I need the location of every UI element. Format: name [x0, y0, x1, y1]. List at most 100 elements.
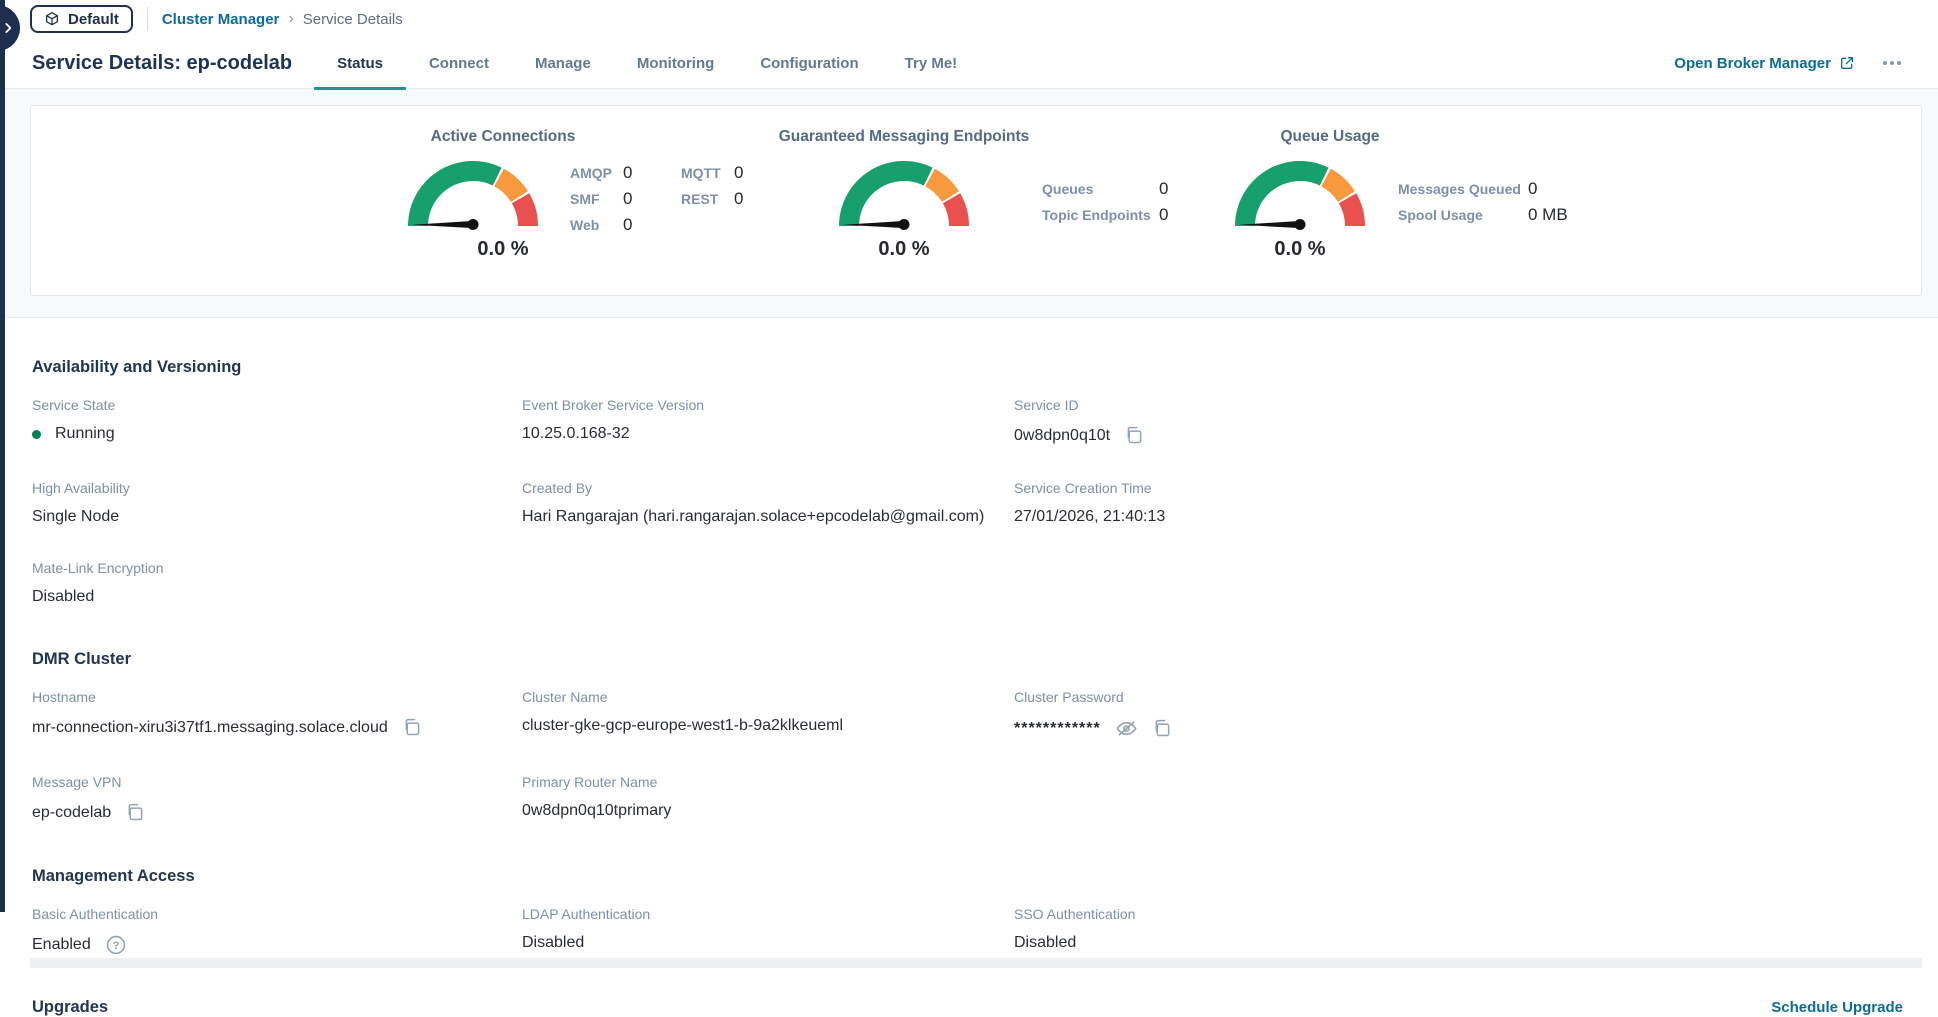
stat-value: 0 — [1159, 202, 1168, 228]
section-heading: DMR Cluster — [32, 650, 1903, 669]
guaranteed-messaging-endpoints-percent: 0.0 % — [834, 238, 974, 261]
queue-usage-percent: 0.0 % — [1230, 238, 1370, 261]
section-management-access: Management Access Basic Authentication E… — [32, 867, 1903, 956]
stat-label: Messages Queued — [1398, 176, 1528, 202]
copy-icon[interactable] — [125, 802, 146, 823]
stat-label: SMF — [570, 186, 623, 212]
stat-label: AMQP — [570, 160, 623, 186]
guaranteed-messaging-endpoints-gauge — [834, 154, 974, 232]
active-connections-title: Active Connections — [333, 128, 673, 146]
field-label: Cluster Name — [522, 689, 1014, 705]
open-broker-manager-label: Open Broker Manager — [1674, 55, 1831, 72]
field-label: LDAP Authentication — [522, 906, 1014, 922]
field-value: mr-connection-xiru3i37tf1.messaging.sola… — [32, 719, 388, 737]
field-label: Service ID — [1014, 397, 1903, 413]
top-bar: Default Cluster Manager › Service Detail… — [0, 0, 1938, 38]
field-value: cluster-gke-gcp-europe-west1-b-9a2klkeue… — [522, 717, 843, 735]
more-options-icon[interactable] — [1881, 55, 1903, 71]
field-label: Basic Authentication — [32, 906, 522, 922]
stat-value: 0 MB — [1528, 202, 1568, 228]
field-service-id: Service ID 0w8dpn0q10t — [1014, 397, 1903, 446]
field-value: ep-codelab — [32, 804, 111, 822]
field-value: Hari Rangarajan (hari.rangarajan.solace+… — [522, 508, 984, 526]
page-title-prefix: Service Details: — [32, 52, 181, 74]
field-label: SSO Authentication — [1014, 906, 1903, 922]
stat-value: 0 — [623, 160, 681, 186]
field-label: Service Creation Time — [1014, 480, 1903, 496]
active-connections-percent: 0.0 % — [433, 238, 573, 261]
breadcrumb-current: Service Details — [303, 11, 403, 28]
copy-icon[interactable] — [402, 717, 423, 738]
field-created-by: Created By Hari Rangarajan (hari.rangara… — [522, 480, 1014, 526]
environment-badge[interactable]: Default — [30, 5, 133, 33]
active-connections-gauge — [403, 154, 543, 232]
open-broker-manager-link[interactable]: Open Broker Manager — [1674, 55, 1855, 72]
field-value: Running — [55, 425, 115, 443]
breadcrumb-separator-icon: › — [288, 10, 293, 28]
section-availability-and-versioning: Availability and Versioning Service Stat… — [32, 358, 1903, 606]
field-value: Disabled — [522, 934, 584, 952]
field-cluster-password: Cluster Password ************ — [1014, 689, 1903, 740]
tab-status[interactable]: Status — [314, 38, 406, 89]
field-ldap-authentication: LDAP Authentication Disabled — [522, 906, 1014, 956]
field-label: Hostname — [32, 689, 522, 705]
environment-badge-label: Default — [68, 11, 119, 28]
stat-label: Spool Usage — [1398, 202, 1528, 228]
field-label: Event Broker Service Version — [522, 397, 1014, 413]
page-title: Service Details: ep-codelab — [32, 52, 292, 75]
help-icon[interactable]: ? — [105, 934, 127, 956]
external-link-icon — [1839, 55, 1855, 71]
field-value: 0w8dpn0q10t — [1014, 427, 1110, 445]
page-header: Service Details: ep-codelab Status Conne… — [0, 38, 1938, 89]
field-value: 27/01/2026, 21:40:13 — [1014, 508, 1165, 526]
stat-value: 0 — [734, 160, 743, 186]
field-primary-router-name: Primary Router Name 0w8dpn0q10tprimary — [522, 774, 1014, 823]
tab-manage[interactable]: Manage — [512, 38, 614, 89]
tab-try-me[interactable]: Try Me! — [882, 38, 981, 89]
tab-monitoring[interactable]: Monitoring — [614, 38, 737, 89]
collapsed-sidebar-rail — [0, 0, 5, 912]
stat-value: 0 — [623, 186, 681, 212]
field-sso-authentication: SSO Authentication Disabled — [1014, 906, 1903, 956]
breadcrumb-cluster-manager-link[interactable]: Cluster Manager — [162, 11, 280, 28]
tab-configuration[interactable]: Configuration — [737, 38, 881, 89]
field-value-masked: ************ — [1014, 720, 1101, 738]
field-label: Primary Router Name — [522, 774, 1014, 790]
topbar-divider — [147, 7, 148, 31]
breadcrumb: Cluster Manager › Service Details — [162, 10, 403, 28]
stat-label: REST — [681, 186, 734, 212]
queue-usage-gauge — [1230, 154, 1370, 232]
header-actions: Open Broker Manager — [1674, 55, 1903, 72]
field-label: High Availability — [32, 480, 522, 496]
field-service-state: Service State Running — [32, 397, 522, 446]
upgrades-heading: Upgrades — [32, 998, 108, 1017]
field-value: Enabled — [32, 936, 91, 954]
field-label: Mate-Link Encryption — [32, 560, 522, 576]
eye-off-icon[interactable] — [1115, 717, 1138, 740]
guaranteed-messaging-endpoints-title: Guaranteed Messaging Endpoints — [734, 128, 1074, 146]
section-dmr-cluster: DMR Cluster Hostname mr-connection-xiru3… — [32, 650, 1903, 823]
stat-label: Web — [570, 212, 623, 238]
field-value: Disabled — [32, 588, 94, 606]
field-high-availability: High Availability Single Node — [32, 480, 522, 526]
schedule-upgrade-link[interactable]: Schedule Upgrade — [1771, 999, 1903, 1016]
field-label: Message VPN — [32, 774, 522, 790]
field-service-creation-time: Service Creation Time 27/01/2026, 21:40:… — [1014, 480, 1903, 526]
copy-icon[interactable] — [1124, 425, 1145, 446]
field-label: Cluster Password — [1014, 689, 1903, 705]
environment-cube-icon — [44, 11, 60, 27]
field-value: Disabled — [1014, 934, 1076, 952]
field-basic-authentication: Basic Authentication Enabled ? — [32, 906, 522, 956]
copy-icon[interactable] — [1152, 718, 1173, 739]
stat-label: Queues — [1042, 176, 1159, 202]
active-connections-stats: AMQP 0 MQTT 0 SMF 0 REST 0 Web 0 — [570, 160, 743, 238]
section-upgrades: Upgrades Schedule Upgrade — [32, 998, 1903, 1017]
field-mate-link-encryption: Mate-Link Encryption Disabled — [32, 560, 522, 606]
tab-bar: Status Connect Manage Monitoring Configu… — [314, 38, 980, 89]
stat-value: 0 — [1528, 176, 1568, 202]
section-heading: Management Access — [32, 867, 1903, 886]
chevron-right-icon — [1, 21, 15, 35]
tab-connect[interactable]: Connect — [406, 38, 512, 89]
field-cluster-name: Cluster Name cluster-gke-gcp-europe-west… — [522, 689, 1014, 740]
field-message-vpn: Message VPN ep-codelab — [32, 774, 522, 823]
